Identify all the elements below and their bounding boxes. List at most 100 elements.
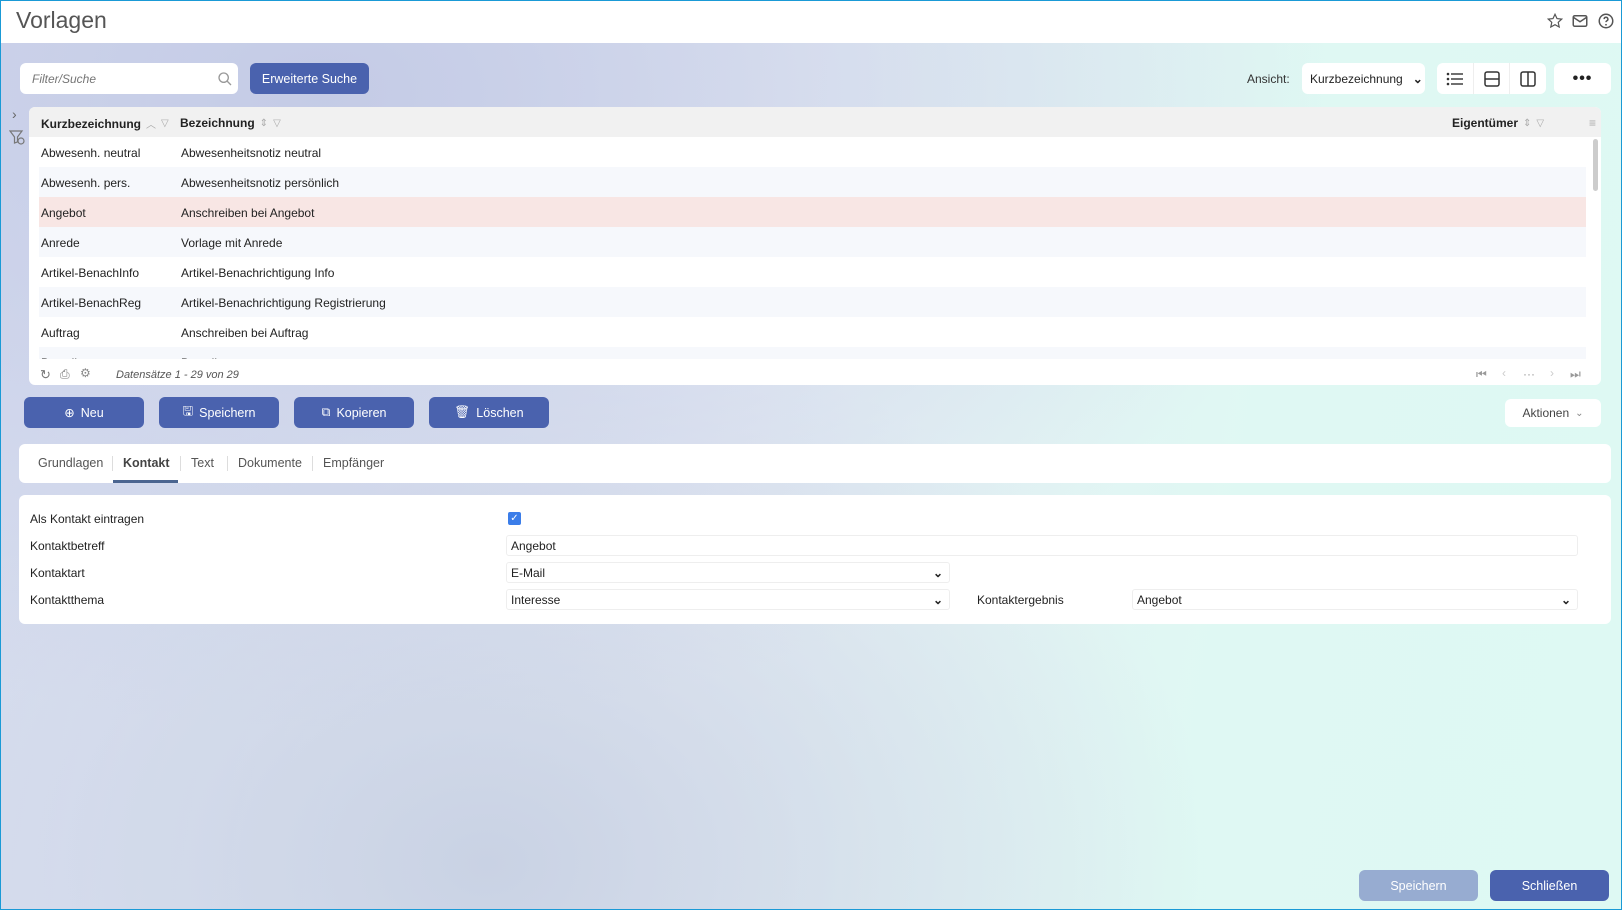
first-page-icon[interactable]: ⏮ (1476, 367, 1487, 382)
split-horizontal-icon (1483, 70, 1500, 87)
view-label: Ansicht: (1247, 72, 1290, 86)
table-row[interactable]: Angebot Anschreiben bei Angebot (39, 197, 1586, 227)
last-page-icon[interactable]: ⏭ (1570, 367, 1581, 382)
table-row[interactable]: Auftrag Anschreiben bei Auftrag (39, 317, 1586, 347)
als-kontakt-label: Als Kontakt eintragen (30, 512, 145, 526)
tab-kontakt[interactable]: Kontakt (123, 456, 170, 470)
grid-footer: ↻ ⎙ ⚙ Datensätze 1 - 29 von 29 ⏮ ‹ ··· ›… (29, 365, 1601, 385)
sort-asc-icon[interactable]: ︿ (146, 116, 156, 131)
betreff-input[interactable]: Angebot (506, 535, 1578, 556)
tab-divider (227, 456, 228, 471)
advanced-search-button[interactable]: Erweiterte Suche (250, 63, 369, 94)
button-label: Kopieren (336, 405, 387, 420)
table-row[interactable]: Abwesenh. neutral Abwesenheitsnotiz neutr… (39, 137, 1586, 167)
copy-icon: ⧉ (321, 405, 331, 419)
cell-kurzbezeichnung: Artikel-BenachInfo (41, 266, 140, 280)
window: Vorlagen Erweiterte Suche Ansicht: Kurzb… (0, 0, 1622, 910)
als-kontakt-checkbox[interactable]: ✓ (508, 512, 521, 525)
thema-select[interactable]: Interesse ⌄ (506, 589, 950, 610)
help-icon[interactable] (1597, 12, 1615, 30)
grid-header: Kurzbezeichnung ︿ ▽ Bezeichnung ⇕ ▽ Eigentüm… (29, 107, 1601, 137)
chevron-down-icon: ⌄ (1560, 592, 1571, 607)
select-value: Interesse (511, 592, 561, 607)
column-header-kurzbezeichnung[interactable]: Kurzbezeichnung ︿ ▽ (41, 116, 169, 132)
cell-kurzbezeichnung: Abwesenh. pers. (41, 176, 131, 190)
mail-icon[interactable] (1571, 12, 1589, 30)
table-row[interactable]: Artikel-BenachReg Artikel-Benachrichtigun… (39, 287, 1586, 317)
table-row[interactable]: Artikel-BenachInfo Artikel-Benachrichtigu… (39, 257, 1586, 287)
column-header-eigentuemer[interactable]: Eigentümer ⇕ ▽ (1452, 116, 1544, 130)
tab-empfänger[interactable]: Empfänger (323, 456, 384, 470)
cell-bezeichnung: Artikel-Benachrichtigung Registrierung (181, 296, 386, 310)
templates-grid: Kurzbezeichnung ︿ ▽ Bezeichnung ⇕ ▽ Eigentüm… (29, 107, 1601, 385)
print-icon[interactable]: ⎙ (60, 367, 70, 382)
view-mode-group (1437, 63, 1546, 94)
cell-kurzbezeichnung: Auftrag (41, 326, 80, 340)
column-label: Bezeichnung (180, 116, 255, 130)
chevron-down-icon: ⌄ (932, 592, 943, 607)
tab-dokumente[interactable]: Dokumente (238, 456, 302, 470)
ergebnis-select[interactable]: Angebot ⌄ (1132, 589, 1578, 610)
tab-divider (112, 456, 113, 471)
new-button[interactable]: ⊕ Neu (24, 397, 144, 428)
list-view-button[interactable] (1437, 63, 1474, 94)
tab-divider (312, 456, 313, 471)
contact-form: Als Kontakt eintragen ✓ Kontaktbetreff A… (19, 495, 1611, 624)
table-row[interactable]: Abwesenh. pers. Abwesenheitsnotiz persönl… (39, 167, 1586, 197)
delete-button[interactable]: 🗑 Löschen (429, 397, 549, 428)
cell-bezeichnung: Artikel-Benachrichtigung Info (181, 266, 335, 280)
footer-save-button[interactable]: Speichern (1359, 870, 1478, 901)
sort-icon[interactable]: ⇕ (1523, 118, 1531, 129)
column-label: Eigentümer (1452, 116, 1519, 130)
view-select[interactable]: Kurzbezeichnung ⌄ (1302, 63, 1425, 94)
select-value: Angebot (1137, 592, 1182, 607)
cell-bezeichnung: Vorlage mit Anrede (181, 236, 283, 250)
title-bar: Vorlagen (1, 1, 1621, 43)
input-value: Angebot (511, 538, 556, 553)
settings-icon[interactable]: ⚙ (80, 366, 91, 380)
search-icon[interactable] (217, 71, 233, 87)
cell-bezeichnung: Abwesenheitsnotiz persönlich (181, 176, 340, 190)
button-label: Löschen (476, 405, 524, 420)
filter-icon[interactable]: ▽ (161, 118, 169, 129)
select-value: E-Mail (511, 565, 546, 580)
cell-kurzbezeichnung: Bestellung (41, 356, 97, 359)
split-vertical-icon (1520, 70, 1536, 87)
page-title: Vorlagen (16, 7, 107, 33)
filter-icon[interactable]: ▽ (1536, 118, 1544, 129)
grid-body: Abwesenh. neutral Abwesenheitsnotiz neutr… (29, 137, 1601, 359)
copy-button[interactable]: ⧉ Kopieren (294, 397, 414, 428)
save-button[interactable]: 🖫 Speichern (159, 397, 279, 428)
active-tab-indicator (113, 480, 178, 483)
column-header-bezeichnung[interactable]: Bezeichnung ⇕ ▽ (180, 116, 281, 130)
cell-bezeichnung: Anschreiben bei Auftrag (181, 326, 309, 340)
filter-icon[interactable]: ▽ (273, 118, 281, 129)
filter-settings-icon[interactable] (9, 129, 25, 145)
column-menu-icon[interactable]: ≡ (1589, 116, 1596, 130)
search-input[interactable] (20, 63, 238, 94)
actions-dropdown[interactable]: Aktionen ⌄ (1505, 399, 1601, 427)
art-select[interactable]: E-Mail ⌄ (506, 562, 950, 583)
cell-kurzbezeichnung: Anrede (41, 236, 80, 250)
close-button[interactable]: Schließen (1490, 870, 1609, 901)
cell-bezeichnung: Abwesenheitsnotiz neutral (181, 146, 322, 160)
cell-kurzbezeichnung: Angebot (41, 206, 86, 220)
sort-icon[interactable]: ⇕ (260, 118, 268, 129)
star-icon[interactable] (1546, 12, 1564, 30)
table-row[interactable]: Anrede Vorlage mit Anrede (39, 227, 1586, 257)
next-page-icon[interactable]: › (1550, 366, 1554, 380)
tab-grundlagen[interactable]: Grundlagen (38, 456, 103, 470)
split-vertical-button[interactable] (1510, 63, 1546, 94)
table-row[interactable]: Bestellung Bestellung (39, 347, 1586, 359)
plus-circle-icon: ⊕ (64, 406, 75, 420)
button-label: Aktionen (1522, 406, 1570, 420)
expand-sidebar-icon[interactable]: › (12, 106, 17, 122)
more-button[interactable]: ••• (1554, 63, 1611, 94)
refresh-icon[interactable]: ↻ (40, 367, 51, 383)
split-horizontal-button[interactable] (1474, 63, 1511, 94)
ergebnis-label: Kontaktergebnis (977, 593, 1064, 607)
scrollbar[interactable] (1593, 139, 1598, 191)
chevron-down-icon: ⌄ (1412, 71, 1423, 86)
prev-page-icon[interactable]: ‹ (1502, 366, 1506, 380)
tab-text[interactable]: Text (191, 456, 214, 470)
